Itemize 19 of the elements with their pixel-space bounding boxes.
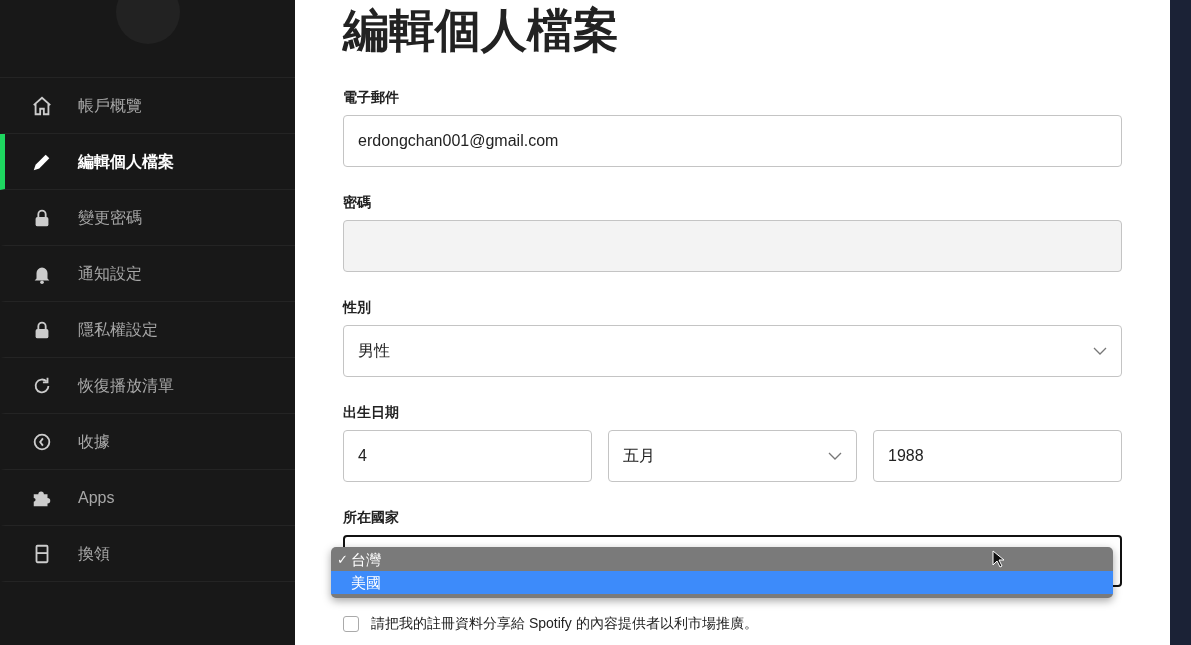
chevron-icon xyxy=(828,452,842,460)
field-label: 性別 xyxy=(343,298,372,316)
checkbox-label: 請把我的註冊資料分享給 Spotify 的內容提供者以利市場推廣。 xyxy=(371,614,758,633)
select-field[interactable]: 五月 xyxy=(608,430,857,482)
field-label: 密碼 xyxy=(343,193,372,211)
chevron-icon xyxy=(1093,347,1107,355)
cursor-icon xyxy=(992,550,1004,568)
checkbox[interactable] xyxy=(343,615,359,632)
field-label: 電子郵件 xyxy=(343,88,400,106)
select-field[interactable]: 男性 xyxy=(343,325,1122,377)
dropdown-option[interactable]: ✓ 台灣 xyxy=(331,548,1113,571)
check-icon: ✓ xyxy=(337,548,348,571)
page-title: 編輯個人檔案 xyxy=(343,3,620,58)
field-label: 出生日期 xyxy=(343,403,400,421)
input-field[interactable]: erdongchan001@gmail.com xyxy=(343,115,1122,167)
input-field[interactable]: 4 xyxy=(343,430,592,482)
field-label: 所在國家 xyxy=(343,508,400,526)
home-icon xyxy=(31,94,53,117)
input-field[interactable]: 1988 xyxy=(873,430,1122,482)
